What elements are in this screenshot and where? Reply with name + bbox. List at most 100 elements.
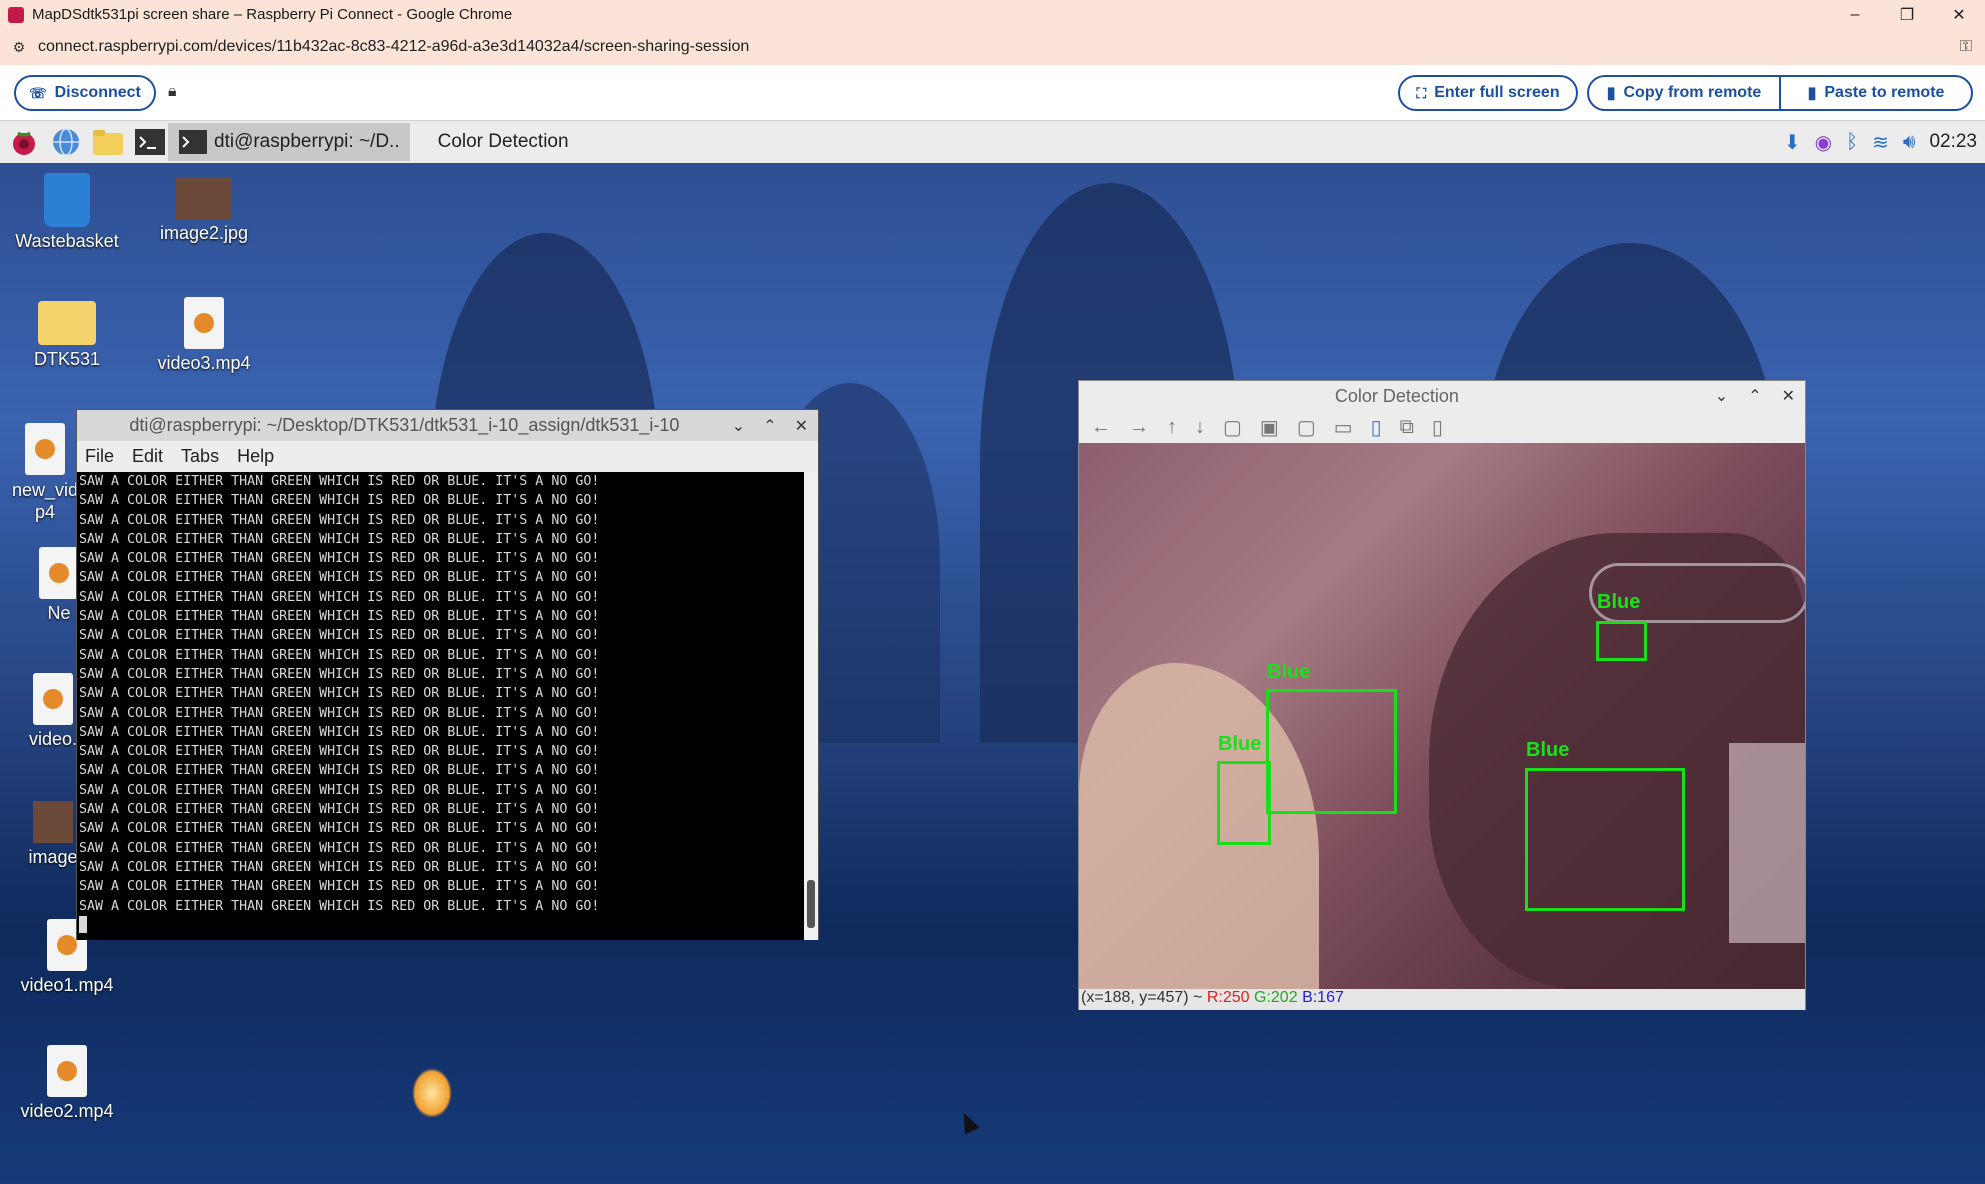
trash-icon <box>44 173 90 227</box>
desktop-icon-video2[interactable]: video2.mp4 <box>2 1045 132 1122</box>
detection-label: Blue <box>1597 591 1641 613</box>
bright-region <box>1729 743 1805 943</box>
properties-icon[interactable]: ▯ <box>1432 415 1443 440</box>
terminal-window[interactable]: dti@raspberrypi: ~/Desktop/DTK531/dtk531… <box>76 409 819 940</box>
detection-label: Blue <box>1218 733 1262 755</box>
window-close-icon[interactable]: ✕ <box>1782 386 1795 406</box>
taskbar-task-color-detection[interactable]: Color Detection <box>428 123 579 161</box>
terminal-line: SAW A COLOR EITHER THAN GREEN WHICH IS R… <box>79 724 600 740</box>
clock[interactable]: 02:23 <box>1929 131 1977 153</box>
wifi-icon[interactable]: ≋ <box>1872 130 1889 155</box>
terminal-maximize-icon[interactable]: ⌃ <box>763 416 776 436</box>
menu-file[interactable]: File <box>85 446 114 467</box>
icon-label: video1.mp4 <box>20 975 114 995</box>
image-thumbnail-icon <box>176 177 232 219</box>
lock-icon: 🔒︎ <box>168 83 177 100</box>
icon-label: video3.mp4 <box>157 353 251 373</box>
icon-label: p4 <box>34 502 56 522</box>
detection-label: Blue <box>1526 739 1570 761</box>
terminal-line: SAW A COLOR EITHER THAN GREEN WHICH IS R… <box>79 609 600 625</box>
desktop-icon-dtk531[interactable]: DTK531 <box>2 301 132 370</box>
enter-full-screen-button[interactable]: ⛶ Enter full screen <box>1398 75 1578 111</box>
terminal-small-icon <box>179 130 207 154</box>
pixel-status-bar: (x=188, y=457) ~ R:250 G:202 B:167 <box>1079 989 1805 1010</box>
window-maximize-icon[interactable]: ⌃ <box>1748 386 1761 406</box>
zoom-reset-icon[interactable]: ▢ <box>1297 415 1316 440</box>
connect-toolbar: ☏ Disconnect 🔒︎ ⛶ Enter full screen ▮ Co… <box>0 65 1985 121</box>
url-text[interactable]: connect.raspberrypi.com/devices/11b432ac… <box>38 38 1947 56</box>
clipboard-icon: ▮ <box>1606 85 1616 102</box>
task-color-label: Color Detection <box>437 131 569 152</box>
close-window-button[interactable]: ✕ <box>1933 0 1985 29</box>
paste-to-remote-button[interactable]: ▮ Paste to remote <box>1781 77 1971 109</box>
detection-box <box>1596 621 1647 661</box>
terminal-line: SAW A COLOR EITHER THAN GREEN WHICH IS R… <box>79 647 600 663</box>
window-menu-chevron-icon[interactable]: ⌄ <box>1715 386 1728 406</box>
terminal-icon[interactable] <box>132 124 168 160</box>
web-browser-icon[interactable] <box>48 124 84 160</box>
terminal-line: SAW A COLOR EITHER THAN GREEN WHICH IS R… <box>79 666 600 682</box>
terminal-title: dti@raspberrypi: ~/Desktop/DTK531/dtk531… <box>129 415 680 435</box>
copy-from-remote-button[interactable]: ▮ Copy from remote <box>1589 77 1781 109</box>
icon-label: Wastebasket <box>15 231 119 251</box>
terminal-close-icon[interactable]: ✕ <box>795 416 808 436</box>
folder-icon <box>38 301 96 345</box>
window-title: MapDSdtk531pi screen share – Raspberry P… <box>32 6 513 23</box>
terminal-title-bar[interactable]: dti@raspberrypi: ~/Desktop/DTK531/dtk531… <box>77 410 818 441</box>
color-detection-title-bar[interactable]: Color Detection ⌄ ⌃ ✕ <box>1079 381 1805 411</box>
terminal-menu-chevron-icon[interactable]: ⌄ <box>732 416 745 436</box>
camera-frame[interactable]: Blue Blue Blue Blue <box>1079 443 1805 989</box>
terminal-line: SAW A COLOR EITHER THAN GREEN WHICH IS R… <box>79 551 600 567</box>
pan-right-icon[interactable]: → <box>1129 416 1149 439</box>
minimize-button[interactable]: – <box>1829 0 1881 29</box>
bluetooth-icon[interactable]: ᛒ <box>1846 131 1858 154</box>
terminal-line: SAW A COLOR EITHER THAN GREEN WHICH IS R… <box>79 898 600 914</box>
lantern-light <box>412 1068 452 1118</box>
taskbar-task-terminal[interactable]: dti@raspberrypi: ~/D.. <box>168 123 410 161</box>
green-value: G:202 <box>1254 989 1298 1006</box>
desktop-icon-image2[interactable]: image2.jpg <box>139 177 269 244</box>
password-key-icon[interactable]: ⚿ <box>1947 38 1985 56</box>
terminal-line: SAW A COLOR EITHER THAN GREEN WHICH IS R… <box>79 628 600 644</box>
volume-icon[interactable]: 🔊︎ <box>1903 131 1916 154</box>
terminal-scrollbar[interactable] <box>804 472 818 940</box>
text-file-icon <box>39 547 79 599</box>
zoom-fit-icon[interactable]: ▣ <box>1260 415 1279 440</box>
desktop-icon-video3[interactable]: video3.mp4 <box>139 297 269 374</box>
detection-box <box>1217 761 1271 845</box>
clipboard-paste-icon: ▮ <box>1807 85 1817 102</box>
paste-label: Paste to remote <box>1824 84 1945 101</box>
terminal-cursor <box>79 916 806 935</box>
cursor-coordinates: (x=188, y=457) ~ <box>1081 989 1207 1006</box>
terminal-output[interactable]: SAW A COLOR EITHER THAN GREEN WHICH IS R… <box>77 472 806 940</box>
scrollbar-thumb[interactable] <box>807 880 815 928</box>
desktop-icon-wastebasket[interactable]: Wastebasket <box>2 173 132 252</box>
download-icon[interactable]: ⬇ <box>1784 130 1801 155</box>
terminal-line: SAW A COLOR EITHER THAN GREEN WHICH IS R… <box>79 686 600 702</box>
image-toolbar: ← → ↑ ↓ ▢ ▣ ▢ ▭ ▯ ⧉ ▯ <box>1079 411 1805 443</box>
copy-image-icon[interactable]: ⧉ <box>1400 416 1414 439</box>
site-settings-icon[interactable]: ⚙ <box>0 39 38 56</box>
terminal-line: SAW A COLOR EITHER THAN GREEN WHICH IS R… <box>79 821 600 837</box>
address-bar[interactable]: ⚙ connect.raspberrypi.com/devices/11b432… <box>0 29 1985 65</box>
raspberry-menu-icon[interactable] <box>6 124 42 160</box>
terminal-line: SAW A COLOR EITHER THAN GREEN WHICH IS R… <box>79 859 600 875</box>
video-file-icon <box>47 1045 87 1097</box>
color-detection-window[interactable]: Color Detection ⌄ ⌃ ✕ ← → ↑ ↓ ▢ ▣ ▢ ▭ ▯ … <box>1078 380 1806 1010</box>
restore-button[interactable]: ❐ <box>1881 0 1933 29</box>
pan-left-icon[interactable]: ← <box>1091 416 1111 439</box>
save-image-icon[interactable]: ▯ <box>1371 415 1382 440</box>
icon-label: video. <box>28 729 78 749</box>
file-manager-icon[interactable] <box>90 124 126 160</box>
menu-help[interactable]: Help <box>237 446 274 467</box>
pan-down-icon[interactable]: ↓ <box>1195 416 1205 439</box>
zoom-in-icon[interactable]: ▢ <box>1223 415 1242 440</box>
raspberry-pi-taskbar: dti@raspberrypi: ~/D.. Color Detection ⬇… <box>0 121 1985 163</box>
connect-icon[interactable]: ◉ <box>1815 130 1832 155</box>
terminal-line: SAW A COLOR EITHER THAN GREEN WHICH IS R… <box>79 512 600 528</box>
menu-edit[interactable]: Edit <box>132 446 163 467</box>
pan-up-icon[interactable]: ↑ <box>1167 416 1177 439</box>
menu-tabs[interactable]: Tabs <box>181 446 219 467</box>
disconnect-button[interactable]: ☏ Disconnect <box>14 75 156 111</box>
zoom-out-icon[interactable]: ▭ <box>1334 415 1353 440</box>
